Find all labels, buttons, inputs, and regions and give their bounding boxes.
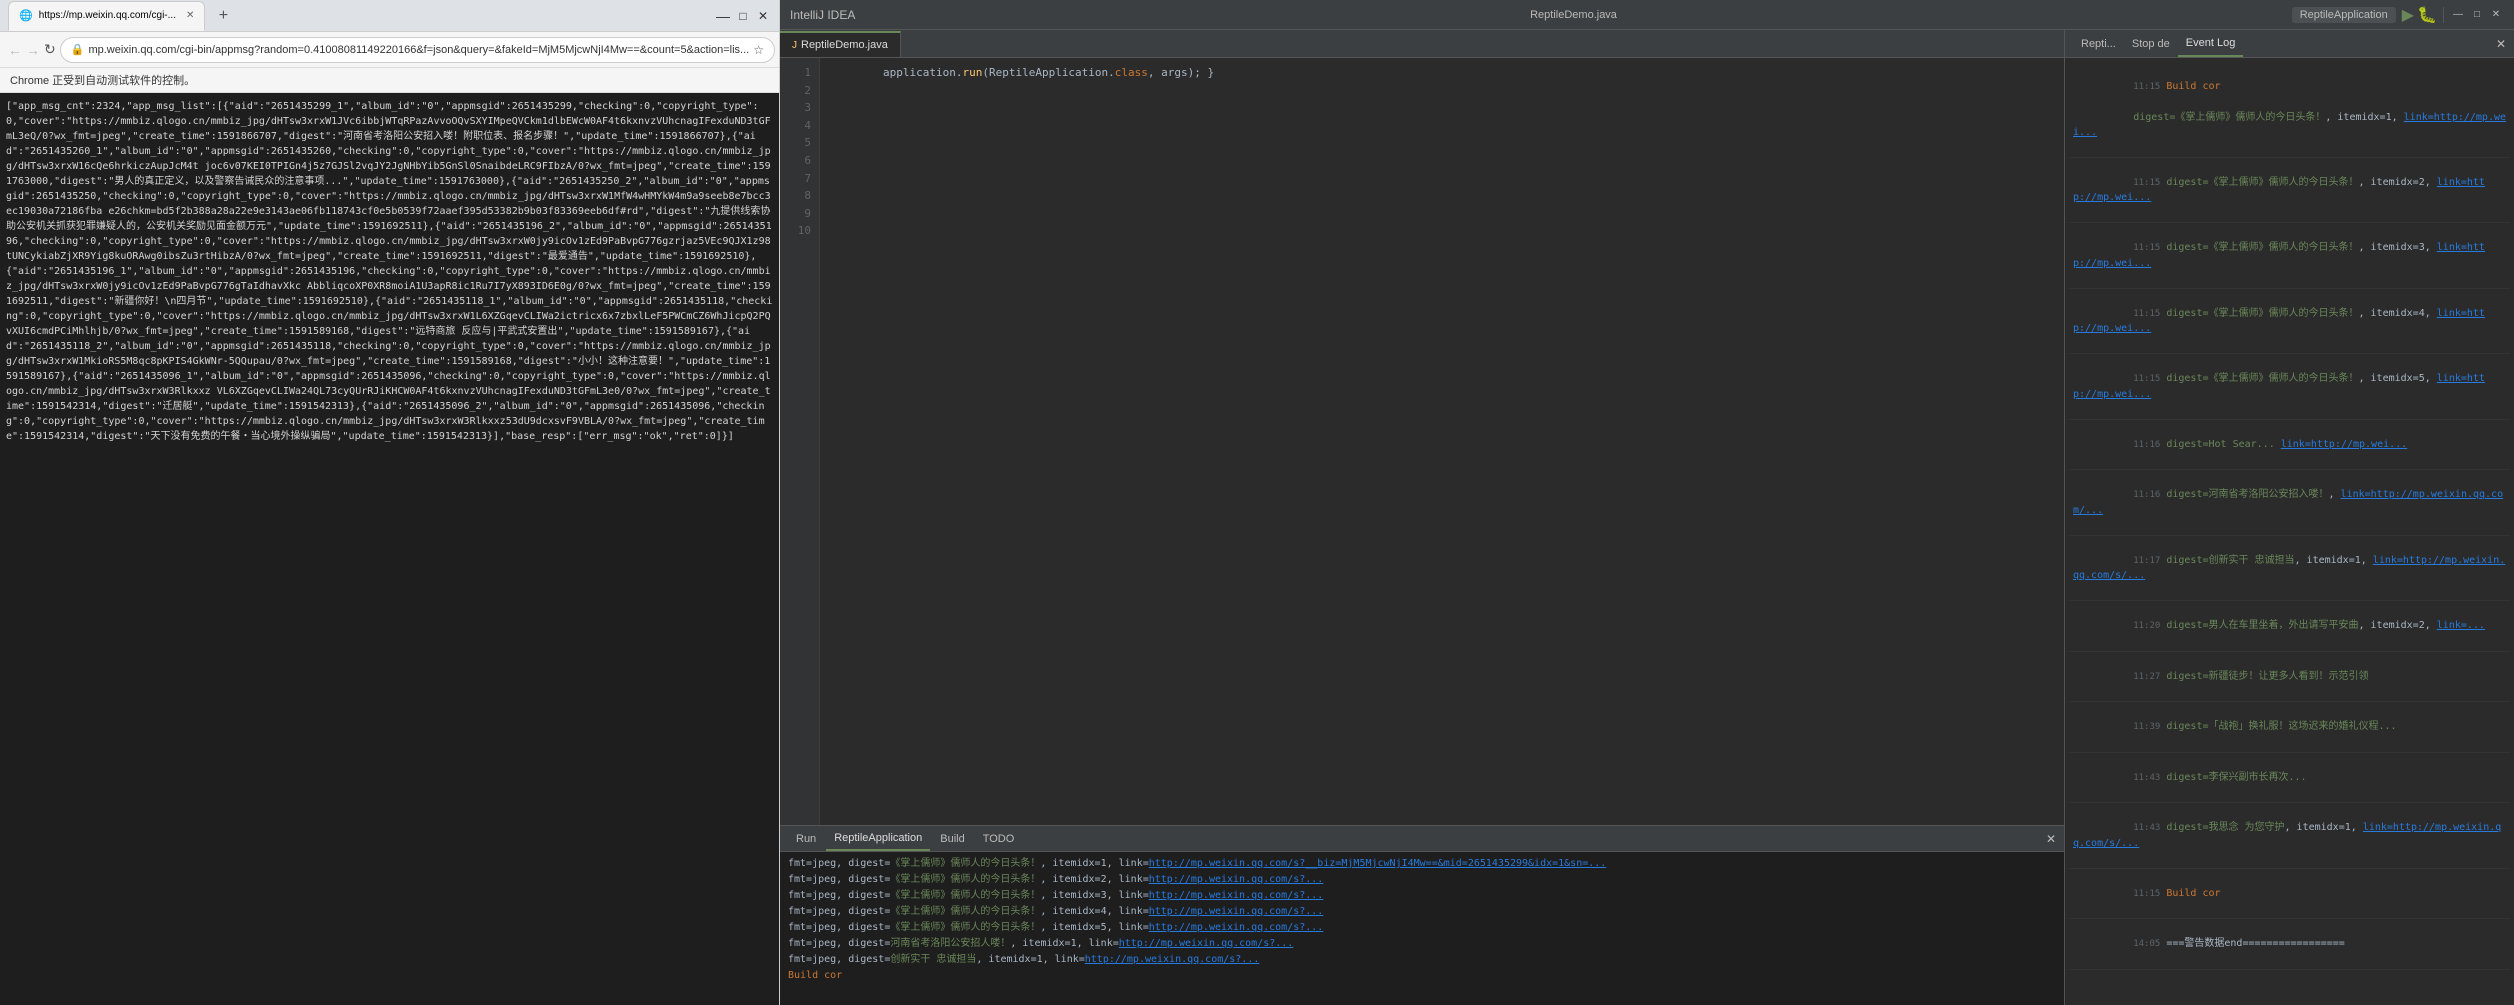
ide-titlebar: IntelliJ IDEA ReptileDemo.java ReptileAp… xyxy=(780,0,2514,30)
log-entry-end: 14:05 ===警告数据end================= xyxy=(2069,919,2510,970)
bookmark-icon[interactable]: ☆ xyxy=(753,43,764,57)
run-close-btn[interactable]: ✕ xyxy=(2046,832,2056,846)
log-entry-12: 11:43 digest=李保兴副市长再次... xyxy=(2069,753,2510,804)
stop-debug-tab[interactable]: Stop de xyxy=(2124,30,2178,57)
back-button[interactable]: ← xyxy=(8,37,22,63)
close-button[interactable]: ✕ xyxy=(755,8,771,24)
tab-close-btn[interactable]: ✕ xyxy=(186,10,194,21)
ide-close[interactable]: ✕ xyxy=(2488,7,2504,23)
log-entry-9: 11:20 digest=男人在车里坐着，外出请写平安曲, itemidx=2,… xyxy=(2069,601,2510,652)
log-entry-1: 11:15 Build cor digest=《掌上儒师》儒师人的今日头条！, … xyxy=(2069,62,2510,158)
ide-title-left: IntelliJ IDEA xyxy=(790,8,855,22)
ide-run-buttons: ▶ 🐛 xyxy=(2402,5,2437,25)
run-tab-run[interactable]: Run xyxy=(788,826,824,851)
address-text: mp.weixin.qq.com/cgi-bin/appmsg?random=0… xyxy=(88,44,749,56)
editor-area: J ReptileDemo.java 12345 678910 applicat… xyxy=(780,30,2064,1005)
notification-bar: Chrome 正受到自动测试软件的控制。 xyxy=(0,68,779,93)
log-entry-5: 11:15 digest=《掌上儒师》儒师人的今日头条！, itemidx=5,… xyxy=(2069,354,2510,420)
run-panel-tabs: Run ReptileApplication Build TODO ✕ xyxy=(780,826,2064,852)
code-content: application.run(ReptileApplication.class… xyxy=(820,58,2064,825)
run-panel: Run ReptileApplication Build TODO ✕ fmt=… xyxy=(780,825,2064,1005)
browser-titlebar: 🌐 https://mp.weixin.qq.com/cgi-... ✕ + —… xyxy=(0,0,779,32)
event-log-tabs: Repti... Stop de Event Log ✕ xyxy=(2065,30,2514,58)
run-line-build: Build cor xyxy=(788,968,2056,984)
log-entry-2: 11:15 digest=《掌上儒师》儒师人的今日头条！, itemidx=2,… xyxy=(2069,158,2510,224)
run-tab-build[interactable]: Build xyxy=(932,826,972,851)
address-box[interactable]: 🔒 mp.weixin.qq.com/cgi-bin/appmsg?random… xyxy=(60,37,775,63)
reload-button[interactable]: ↻ xyxy=(44,37,56,63)
debug-button[interactable]: 🐛 xyxy=(2417,5,2437,25)
ide-window: IntelliJ IDEA ReptileDemo.java ReptileAp… xyxy=(780,0,2514,1005)
separator xyxy=(2443,7,2444,23)
run-line-7: fmt=jpeg, digest=创新实干 忠诚担当, itemidx=1, l… xyxy=(788,952,2056,968)
browser-content[interactable]: ["app_msg_cnt":2324,"app_msg_list":[{"ai… xyxy=(0,93,779,1005)
log-entry-11: 11:39 digest=「战袍」换礼服！这场迟来的婚礼仪程... xyxy=(2069,702,2510,753)
tab-label: https://mp.weixin.qq.com/cgi-... xyxy=(39,10,176,21)
ide-window-controls: ReptileApplication ▶ 🐛 — □ ✕ xyxy=(2292,5,2504,25)
win-controls: — □ ✕ xyxy=(2450,7,2504,23)
run-config-label: ReptileApplication xyxy=(2292,7,2396,23)
java-icon: J xyxy=(792,40,797,51)
run-button[interactable]: ▶ xyxy=(2402,5,2414,25)
log-entry-3: 11:15 digest=《掌上儒师》儒师人的今日头条！, itemidx=3,… xyxy=(2069,223,2510,289)
log-entry-build: 11:15 Build cor xyxy=(2069,869,2510,920)
run-line-4: fmt=jpeg, digest=《掌上儒师》儒师人的今日头条！, itemid… xyxy=(788,904,2056,920)
json-content: ["app_msg_cnt":2324,"app_msg_list":[{"ai… xyxy=(6,99,773,444)
minimize-button[interactable]: — xyxy=(715,8,731,24)
browser-tab-active[interactable]: 🌐 https://mp.weixin.qq.com/cgi-... ✕ xyxy=(8,1,205,31)
tab-favicon: 🌐 xyxy=(19,9,33,22)
window-controls: — □ ✕ xyxy=(715,8,771,24)
ide-file-label: ReptileDemo.java xyxy=(1530,9,1617,21)
log-entry-13: 11:43 digest=我思念 为您守护, itemidx=1, link=h… xyxy=(2069,803,2510,869)
run-line-1: fmt=jpeg, digest=《掌上儒师》儒师人的今日头条！, itemid… xyxy=(788,856,2056,872)
ide-main-area: J ReptileDemo.java 12345 678910 applicat… xyxy=(780,30,2514,1005)
log-entry-7: 11:16 digest=河南省考洛阳公安招入喽！, link=http://m… xyxy=(2069,470,2510,536)
maximize-button[interactable]: □ xyxy=(735,8,751,24)
event-log-close[interactable]: ✕ xyxy=(2496,37,2506,51)
notification-text: Chrome 正受到自动测试软件的控制。 xyxy=(10,75,195,87)
run-line-6: fmt=jpeg, digest=河南省考洛阳公安招人喽！, itemidx=1… xyxy=(788,936,2056,952)
event-log-tab[interactable]: Event Log xyxy=(2178,30,2244,57)
address-bar-area: ← → ↻ 🔒 mp.weixin.qq.com/cgi-bin/appmsg?… xyxy=(0,32,779,68)
log-entry-4: 11:15 digest=《掌上儒师》儒师人的今日头条！, itemidx=4,… xyxy=(2069,289,2510,355)
log-entry-10: 11:27 digest=新疆徒步！让更多人看到！示范引领 xyxy=(2069,652,2510,703)
file-tab-label: ReptileDemo.java xyxy=(801,39,888,51)
run-tab-todo[interactable]: TODO xyxy=(975,826,1023,851)
run-content[interactable]: fmt=jpeg, digest=《掌上儒师》儒师人的今日头条！, itemid… xyxy=(780,852,2064,1005)
event-log-panel: Repti... Stop de Event Log ✕ 11:15 Build… xyxy=(2064,30,2514,1005)
ide-title: IntelliJ IDEA xyxy=(790,8,855,22)
forward-button[interactable]: → xyxy=(26,37,40,63)
reptile-tab[interactable]: Repti... xyxy=(2073,30,2124,57)
event-log-content[interactable]: 11:15 Build cor digest=《掌上儒师》儒师人的今日头条！, … xyxy=(2065,58,2514,1005)
ide-title-right: ReptileDemo.java xyxy=(1530,9,1617,21)
file-tabs: J ReptileDemo.java xyxy=(780,30,2064,58)
code-editor[interactable]: 12345 678910 application.run(ReptileAppl… xyxy=(780,58,2064,825)
log-entry-6: 11:16 digest=Hot Sear... link=http://mp.… xyxy=(2069,420,2510,471)
run-line-2: fmt=jpeg, digest=《掌上儒师》儒师人的今日头条！, itemid… xyxy=(788,872,2056,888)
file-tab-reptile[interactable]: J ReptileDemo.java xyxy=(780,31,901,57)
lock-icon: 🔒 xyxy=(71,43,85,56)
ide-minimize[interactable]: — xyxy=(2450,7,2466,23)
browser-window: 🌐 https://mp.weixin.qq.com/cgi-... ✕ + —… xyxy=(0,0,780,1005)
line-numbers: 12345 678910 xyxy=(780,58,820,825)
run-tab-reptile[interactable]: ReptileApplication xyxy=(826,826,930,851)
log-entry-8: 11:17 digest=创新实干 忠诚担当, itemidx=1, link=… xyxy=(2069,536,2510,602)
ide-maximize[interactable]: □ xyxy=(2469,7,2485,23)
run-line-3: fmt=jpeg, digest=《掌上儒师》儒师人的今日头条！, itemid… xyxy=(788,888,2056,904)
new-tab-button[interactable]: + xyxy=(209,2,237,30)
run-line-5: fmt=jpeg, digest=《掌上儒师》儒师人的今日头条！, itemid… xyxy=(788,920,2056,936)
